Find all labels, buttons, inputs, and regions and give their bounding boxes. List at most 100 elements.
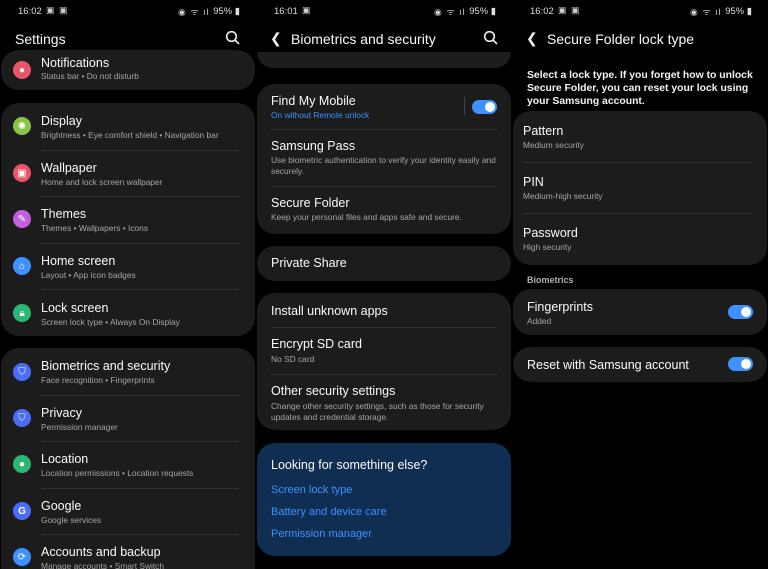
lock-icon: 🔒︎ bbox=[13, 304, 31, 322]
divider bbox=[464, 97, 465, 115]
search-icon[interactable] bbox=[224, 29, 242, 47]
item-subtitle: Home and lock screen wallpaper bbox=[41, 177, 163, 187]
lock-option-password[interactable]: Password High security bbox=[513, 213, 767, 265]
settings-panel: 16:02 ▣ ▣ ◉ ᯤ ıl 95% ▮ Settings ● Notifi… bbox=[0, 0, 256, 569]
home-icon: ⌂ bbox=[13, 257, 31, 275]
settings-card-notifications: ● Notifications Status bar • Do not dist… bbox=[1, 50, 255, 90]
signal-icon: ◉ ᯤ ıl bbox=[178, 7, 210, 17]
item-subtitle: No SD card bbox=[271, 354, 315, 364]
lock-option-pattern[interactable]: Pattern Medium security bbox=[513, 111, 767, 162]
find-my-mobile-item[interactable]: Find My Mobile On without Remote unlock bbox=[257, 84, 511, 129]
card-top-remnant bbox=[257, 52, 511, 68]
item-subtitle: Brightness • Eye comfort shield • Naviga… bbox=[41, 130, 219, 140]
item-title: Fingerprints bbox=[527, 300, 593, 314]
item-title: Biometrics and security bbox=[41, 359, 171, 373]
item-subtitle: Permission manager bbox=[41, 422, 118, 432]
security-card-other: Install unknown apps Encrypt SD card No … bbox=[257, 293, 511, 430]
item-title: Themes bbox=[41, 207, 87, 221]
item-title: Google bbox=[41, 499, 82, 513]
item-title: Privacy bbox=[41, 406, 82, 420]
settings-item-themes[interactable]: ✎ Themes Themes • Wallpapers • Icons bbox=[1, 196, 255, 243]
item-subtitle: Manage accounts • Smart Switch bbox=[41, 561, 165, 569]
settings-item-accounts[interactable]: ⟳ Accounts and backup Manage accounts • … bbox=[1, 534, 255, 569]
app-bar: ❮ Biometrics and security bbox=[256, 28, 512, 52]
battery-level: 95% ▮ bbox=[725, 6, 752, 17]
back-icon[interactable]: ❮ bbox=[526, 30, 538, 47]
item-title: Home screen bbox=[41, 254, 116, 268]
privacy-icon: ⛉ bbox=[13, 409, 31, 427]
item-subtitle: High security bbox=[523, 242, 572, 252]
private-share-item[interactable]: Private Share bbox=[257, 246, 511, 281]
link-battery-device-care[interactable]: Battery and device care bbox=[271, 506, 387, 518]
item-title: Accounts and backup bbox=[41, 545, 161, 559]
settings-item-location[interactable]: ● Location Location permissions • Locati… bbox=[1, 441, 255, 488]
looking-for-card: Looking for something else? Screen lock … bbox=[257, 443, 511, 556]
reset-samsung-account-item[interactable]: Reset with Samsung account bbox=[513, 347, 767, 382]
lock-type-description: Select a lock type. If you forget how to… bbox=[527, 70, 753, 107]
settings-item-biometrics[interactable]: ⛉ Biometrics and security Face recogniti… bbox=[1, 348, 255, 395]
settings-item-google[interactable]: G Google Google services bbox=[1, 488, 255, 534]
app-bar: ❮ Secure Folder lock type bbox=[512, 28, 768, 52]
fingerprints-item[interactable]: Fingerprints Added bbox=[513, 289, 767, 335]
page-title: Biometrics and security bbox=[291, 31, 436, 47]
battery-level: 95% ▮ bbox=[469, 6, 496, 17]
item-title: Samsung Pass bbox=[271, 139, 356, 153]
fingerprints-card: Fingerprints Added bbox=[513, 289, 767, 335]
settings-card-display: ✺ Display Brightness • Eye comfort shiel… bbox=[1, 103, 255, 336]
samsung-pass-item[interactable]: Samsung Pass Use biometric authenticatio… bbox=[257, 129, 511, 186]
reset-toggle[interactable] bbox=[728, 357, 753, 371]
reset-card: Reset with Samsung account bbox=[513, 347, 767, 382]
item-title: Location bbox=[41, 452, 89, 466]
sync-icon: ⟳ bbox=[13, 548, 31, 566]
link-screen-lock-type[interactable]: Screen lock type bbox=[271, 484, 352, 496]
item-subtitle: Status bar • Do not disturb bbox=[41, 71, 139, 81]
item-subtitle: Face recognition • Fingerprints bbox=[41, 375, 155, 385]
status-time: 16:02 bbox=[18, 6, 42, 17]
status-bar: 16:01 ▣ ◉ ᯤ ıl 95% ▮ bbox=[256, 0, 512, 20]
page-title: Secure Folder lock type bbox=[547, 31, 695, 47]
settings-item-display[interactable]: ✺ Display Brightness • Eye comfort shiel… bbox=[1, 103, 255, 150]
security-card-main: Find My Mobile On without Remote unlock … bbox=[257, 84, 511, 234]
item-subtitle: Use biometric authentication to verify y… bbox=[271, 155, 496, 176]
settings-item-privacy[interactable]: ⛉ Privacy Permission manager bbox=[1, 395, 255, 441]
item-title: PIN bbox=[523, 175, 544, 189]
secure-folder-item[interactable]: Secure Folder Keep your personal files a… bbox=[257, 186, 511, 234]
lock-option-pin[interactable]: PIN Medium-high security bbox=[513, 162, 767, 213]
item-subtitle: On without Remote unlock bbox=[271, 110, 370, 120]
fingerprints-toggle[interactable] bbox=[728, 305, 753, 319]
biometrics-panel: 16:01 ▣ ◉ ᯤ ıl 95% ▮ ❮ Biometrics and se… bbox=[256, 0, 512, 569]
bell-icon: ● bbox=[13, 61, 31, 79]
item-title: Other security settings bbox=[271, 384, 396, 398]
private-share-card: Private Share bbox=[257, 246, 511, 281]
settings-item-wallpaper[interactable]: ▣ Wallpaper Home and lock screen wallpap… bbox=[1, 150, 255, 196]
sun-icon: ✺ bbox=[13, 117, 31, 135]
lock-type-card: Pattern Medium security PIN Medium-high … bbox=[513, 111, 767, 265]
item-title: Private Share bbox=[271, 256, 347, 270]
location-icon: ● bbox=[13, 455, 31, 473]
google-icon: G bbox=[13, 502, 31, 520]
looking-for-title: Looking for something else? bbox=[271, 458, 428, 472]
status-time: 16:01 bbox=[274, 6, 298, 17]
encrypt-sd-card-item[interactable]: Encrypt SD card No SD card bbox=[257, 327, 511, 374]
settings-item-home-screen[interactable]: ⌂ Home screen Layout • App icon badges bbox=[1, 243, 255, 289]
item-title: Lock screen bbox=[41, 301, 109, 315]
find-my-mobile-toggle[interactable] bbox=[472, 100, 497, 114]
other-security-settings-item[interactable]: Other security settings Change other sec… bbox=[257, 374, 511, 430]
settings-item-lock-screen[interactable]: 🔒︎ Lock screen Screen lock type • Always… bbox=[1, 289, 255, 336]
status-bar: 16:02 ▣ ▣ ◉ ᯤ ıl 95% ▮ bbox=[0, 0, 256, 20]
item-subtitle: Keep your personal files and apps safe a… bbox=[271, 212, 462, 222]
item-title: Reset with Samsung account bbox=[527, 358, 689, 372]
item-title: Secure Folder bbox=[271, 196, 350, 210]
search-icon[interactable] bbox=[482, 29, 500, 47]
item-title: Encrypt SD card bbox=[271, 337, 363, 351]
item-title: Pattern bbox=[523, 124, 564, 138]
install-unknown-apps-item[interactable]: Install unknown apps bbox=[257, 293, 511, 327]
item-subtitle: Location permissions • Location requests bbox=[41, 468, 194, 478]
link-permission-manager[interactable]: Permission manager bbox=[271, 528, 372, 540]
item-subtitle: Screen lock type • Always On Display bbox=[41, 317, 180, 327]
wallpaper-icon: ▣ bbox=[13, 164, 31, 182]
app-bar: Settings bbox=[0, 28, 256, 52]
settings-item-notifications[interactable]: ● Notifications Status bar • Do not dist… bbox=[1, 50, 255, 90]
signal-icon: ◉ ᯤ ıl bbox=[434, 7, 466, 17]
back-icon[interactable]: ❮ bbox=[270, 30, 282, 47]
